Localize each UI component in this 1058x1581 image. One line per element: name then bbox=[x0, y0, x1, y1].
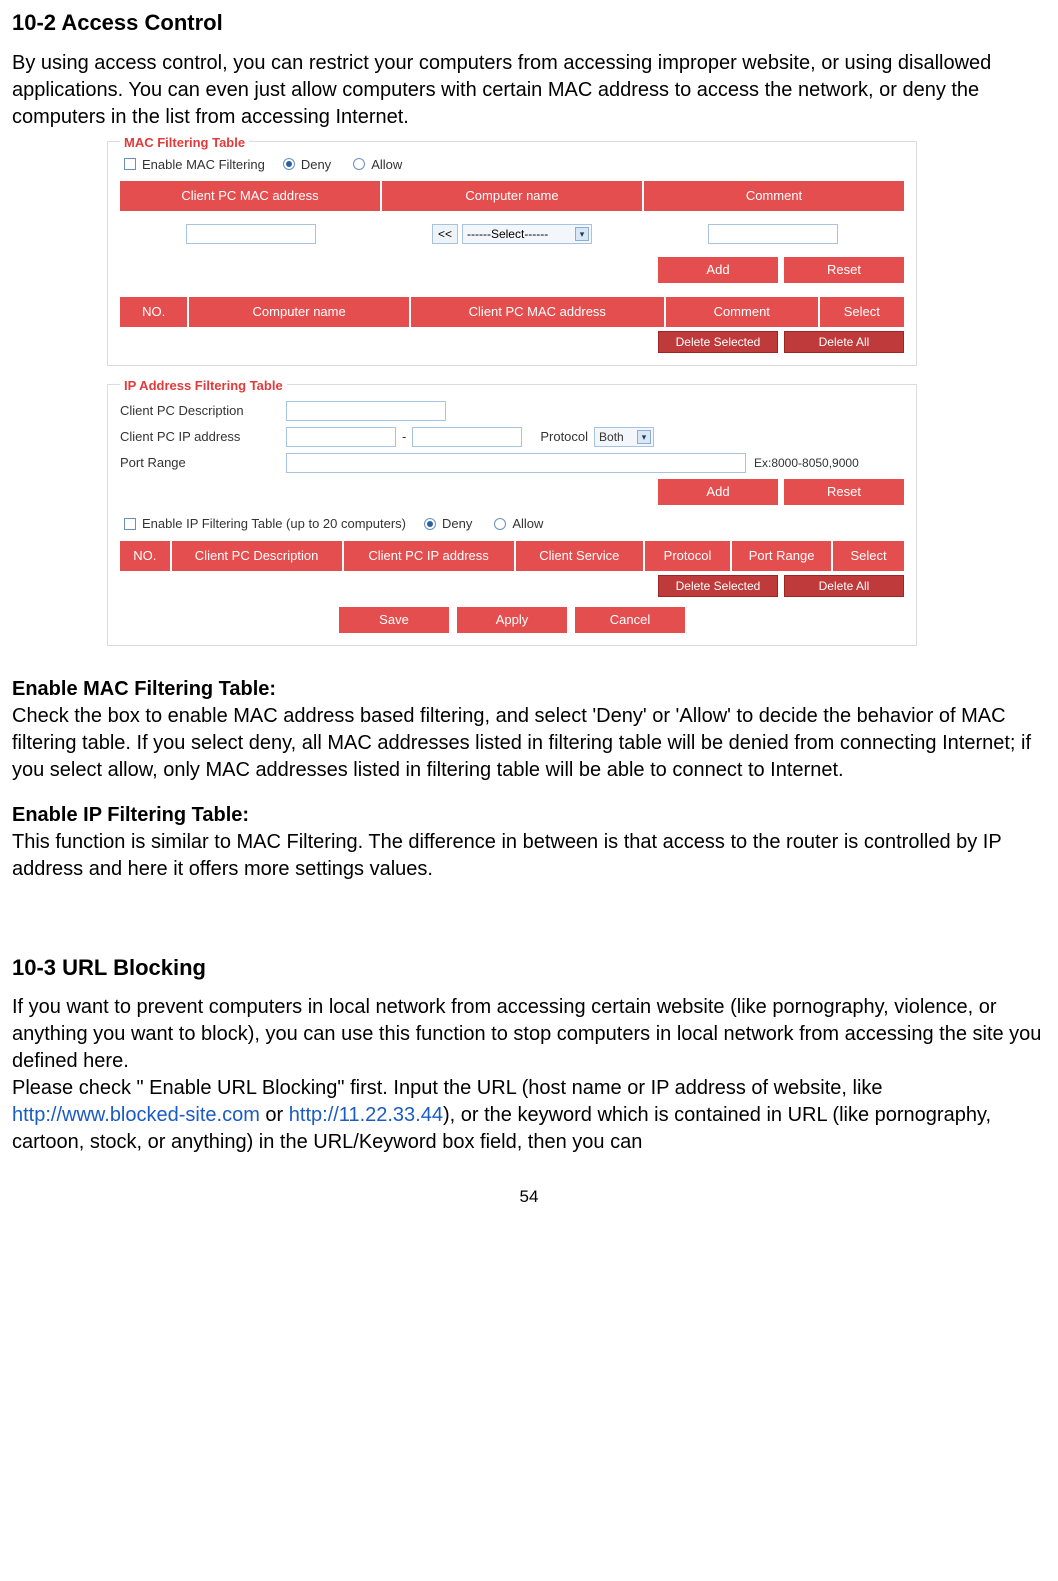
ip-deny-label: Deny bbox=[442, 515, 472, 533]
ip-delete-all-button[interactable]: Delete All bbox=[784, 575, 904, 597]
url-link-1[interactable]: http://www.blocked-site.com bbox=[12, 1104, 260, 1126]
mac-h-select: Select bbox=[820, 297, 904, 327]
ip-port-hint: Ex:8000-8050,9000 bbox=[754, 455, 859, 471]
enable-ip-body: This function is similar to MAC Filterin… bbox=[12, 829, 1046, 883]
mac-delete-selected-button[interactable]: Delete Selected bbox=[658, 331, 778, 353]
section-title-url-blocking: 10-3 URL Blocking bbox=[12, 953, 1046, 983]
ip-h-ip: Client PC IP address bbox=[344, 541, 516, 571]
ip-h-no: NO. bbox=[120, 541, 172, 571]
mac-h-comment: Comment bbox=[666, 297, 820, 327]
ip-list-headers: NO. Client PC Description Client PC IP a… bbox=[120, 541, 904, 571]
ip-port-input[interactable] bbox=[286, 453, 746, 473]
mac-allow-label: Allow bbox=[371, 156, 402, 174]
enable-mac-title: Enable MAC Filtering Table: bbox=[12, 676, 1046, 703]
url-p2-text-b: or bbox=[260, 1104, 289, 1126]
intro-paragraph: By using access control, you can restric… bbox=[12, 50, 1046, 131]
mac-comment-input[interactable] bbox=[708, 224, 838, 244]
ip-add-button[interactable]: Add bbox=[658, 479, 778, 505]
url-link-2[interactable]: http://11.22.33.44 bbox=[289, 1104, 443, 1126]
ip-reset-button[interactable]: Reset bbox=[784, 479, 904, 505]
mac-h-no: NO. bbox=[120, 297, 189, 327]
ip-desc-label: Client PC Description bbox=[120, 402, 280, 420]
ip-allow-label: Allow bbox=[512, 515, 543, 533]
mac-headers-row: Client PC MAC address Computer name Comm… bbox=[120, 181, 904, 211]
section-title-access-control: 10-2 Access Control bbox=[12, 8, 1046, 38]
mac-h-name: Computer name bbox=[189, 297, 410, 327]
ip-filtering-panel: IP Address Filtering Table Client PC Des… bbox=[107, 384, 917, 646]
ip-panel-title: IP Address Filtering Table bbox=[120, 377, 287, 395]
url-blocking-p2: Please check " Enable URL Blocking" firs… bbox=[12, 1075, 1046, 1156]
mac-panel-title: MAC Filtering Table bbox=[120, 134, 249, 152]
ip-desc-input[interactable] bbox=[286, 401, 446, 421]
ip-protocol-value: Both bbox=[599, 429, 624, 445]
url-p2-text-a: Please check " Enable URL Blocking" firs… bbox=[12, 1077, 883, 1099]
mac-deny-label: Deny bbox=[301, 156, 331, 174]
ip-h-desc: Client PC Description bbox=[172, 541, 344, 571]
enable-ip-title: Enable IP Filtering Table: bbox=[12, 802, 1046, 829]
screenshot-figure: MAC Filtering Table Enable MAC Filtering… bbox=[107, 141, 917, 646]
save-button[interactable]: Save bbox=[339, 607, 449, 633]
mac-list-headers: NO. Computer name Client PC MAC address … bbox=[120, 297, 904, 327]
mac-reset-button[interactable]: Reset bbox=[784, 257, 904, 283]
mac-header-mac: Client PC MAC address bbox=[120, 181, 382, 211]
enable-ip-filtering-label: Enable IP Filtering Table (up to 20 comp… bbox=[142, 515, 406, 533]
ip-h-svc: Client Service bbox=[516, 541, 645, 571]
page-number: 54 bbox=[12, 1186, 1046, 1209]
mac-header-comment: Comment bbox=[644, 181, 904, 211]
mac-filtering-panel: MAC Filtering Table Enable MAC Filtering… bbox=[107, 141, 917, 367]
url-blocking-p1: If you want to prevent computers in loca… bbox=[12, 994, 1046, 1075]
mac-allow-radio[interactable] bbox=[353, 158, 365, 170]
ip-deny-radio[interactable] bbox=[424, 518, 436, 530]
mac-add-button[interactable]: Add bbox=[658, 257, 778, 283]
mac-select-value: ------Select------ bbox=[467, 226, 548, 242]
ip-dash: - bbox=[402, 428, 406, 446]
mac-delete-all-button[interactable]: Delete All bbox=[784, 331, 904, 353]
mac-computer-select[interactable]: ------Select------ ▾ bbox=[462, 224, 592, 244]
ip-to-input[interactable] bbox=[412, 427, 522, 447]
mac-header-name: Computer name bbox=[382, 181, 644, 211]
enable-ip-filtering-checkbox[interactable] bbox=[124, 518, 136, 530]
ip-h-port: Port Range bbox=[732, 541, 833, 571]
ip-addr-label: Client PC IP address bbox=[120, 428, 280, 446]
enable-mac-filtering-label: Enable MAC Filtering bbox=[142, 156, 265, 174]
ip-from-input[interactable] bbox=[286, 427, 396, 447]
chevron-down-icon: ▾ bbox=[575, 227, 589, 241]
ip-protocol-select[interactable]: Both ▾ bbox=[594, 427, 654, 447]
enable-mac-filtering-checkbox[interactable] bbox=[124, 158, 136, 170]
ip-h-proto: Protocol bbox=[645, 541, 732, 571]
ip-proto-label: Protocol bbox=[540, 428, 588, 446]
cancel-button[interactable]: Cancel bbox=[575, 607, 685, 633]
mac-select-shift-button[interactable]: << bbox=[432, 224, 458, 244]
mac-address-input[interactable] bbox=[186, 224, 316, 244]
mac-deny-radio[interactable] bbox=[283, 158, 295, 170]
ip-port-label: Port Range bbox=[120, 454, 280, 472]
apply-button[interactable]: Apply bbox=[457, 607, 567, 633]
ip-allow-radio[interactable] bbox=[494, 518, 506, 530]
chevron-down-icon: ▾ bbox=[637, 430, 651, 444]
mac-h-mac: Client PC MAC address bbox=[411, 297, 666, 327]
ip-delete-selected-button[interactable]: Delete Selected bbox=[658, 575, 778, 597]
ip-h-sel: Select bbox=[833, 541, 904, 571]
enable-mac-body: Check the box to enable MAC address base… bbox=[12, 703, 1046, 784]
